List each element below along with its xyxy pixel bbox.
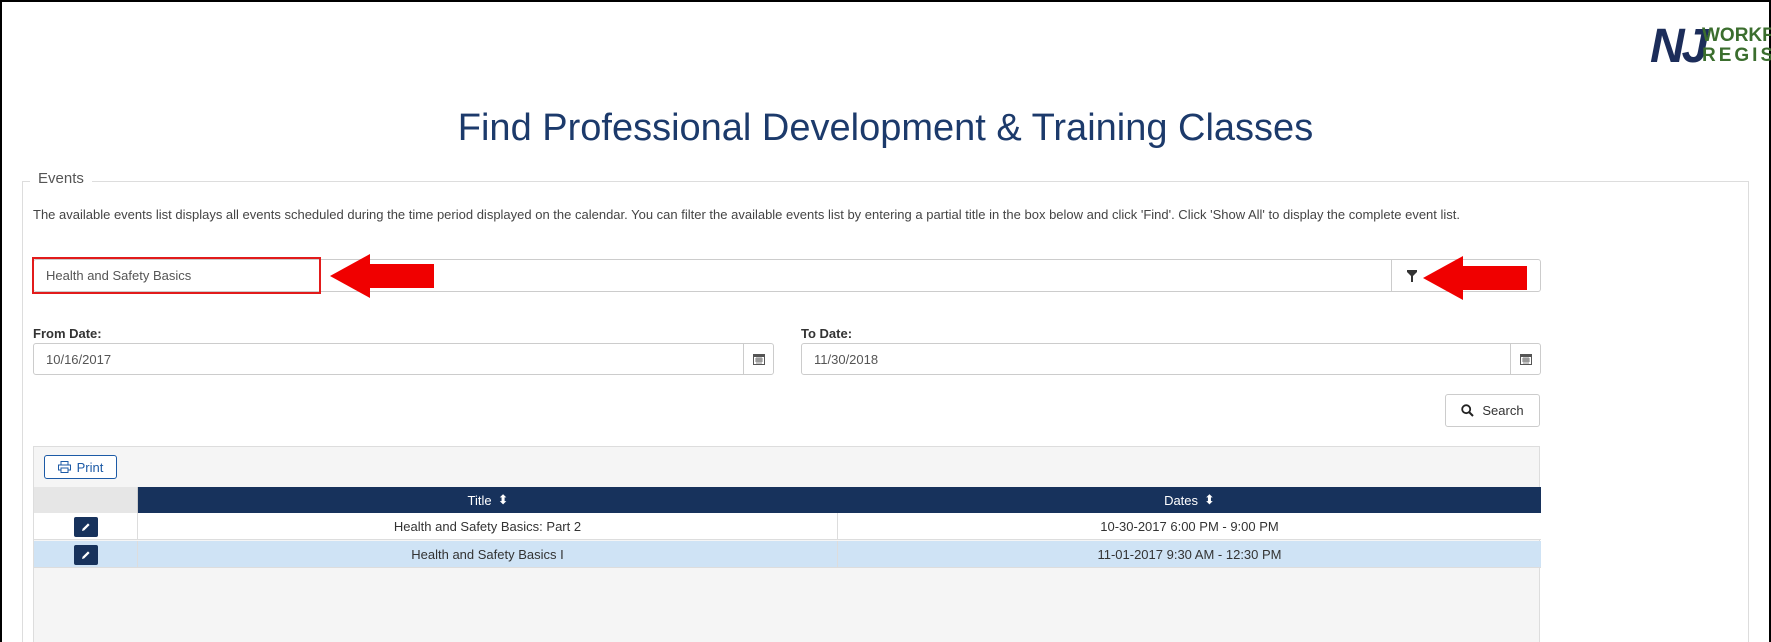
search-button[interactable]: Search bbox=[1445, 394, 1540, 427]
page-title: Find Professional Development & Training… bbox=[457, 107, 1314, 149]
pencil-icon bbox=[81, 550, 90, 559]
column-header-dates[interactable]: Dates ⬍ bbox=[838, 487, 1541, 513]
from-date-calendar-button[interactable] bbox=[743, 344, 773, 374]
events-table-panel: Print Title ⬍ Dates ⬍ Health and Safety … bbox=[33, 446, 1541, 642]
table-header: Title ⬍ Dates ⬍ bbox=[34, 487, 1541, 513]
annotation-arrow-filter-input bbox=[330, 254, 434, 298]
column-header-title-label: Title bbox=[467, 492, 492, 508]
printer-icon bbox=[57, 461, 71, 473]
calendar-icon bbox=[752, 354, 765, 365]
row-dates: 10-30-2017 6:00 PM - 9:00 PM bbox=[1100, 519, 1279, 534]
search-icon bbox=[1461, 404, 1475, 417]
to-date-calendar-button[interactable] bbox=[1510, 344, 1540, 374]
calendar-icon bbox=[1519, 354, 1532, 365]
row-dates: 11-01-2017 9:30 AM - 12:30 PM bbox=[1097, 547, 1282, 562]
column-header-title[interactable]: Title ⬍ bbox=[138, 487, 838, 513]
annotation-arrow-filter-button bbox=[1423, 256, 1527, 300]
nj-workforce-registry-logo: NJ WORKFORCE REGISTRY bbox=[1650, 20, 1771, 73]
from-date-value: 10/16/2017 bbox=[46, 352, 112, 367]
annotation-highlight-box bbox=[32, 257, 321, 294]
column-header-dates-label: Dates bbox=[1164, 492, 1199, 508]
table-row[interactable]: Health and Safety Basics: Part 2 10-30-2… bbox=[34, 513, 1541, 540]
edit-button[interactable] bbox=[73, 516, 98, 537]
events-legend: Events bbox=[30, 170, 92, 187]
print-button[interactable]: Print bbox=[44, 455, 117, 479]
logo-line1: WORKFORCE bbox=[1702, 25, 1771, 46]
sort-icon: ⬍ bbox=[497, 492, 509, 507]
print-button-label: Print bbox=[76, 459, 104, 475]
events-description: The available events list displays all e… bbox=[33, 207, 1461, 222]
pencil-icon bbox=[81, 522, 90, 531]
logo-line2: REGISTRY bbox=[1702, 45, 1771, 66]
sort-icon: ⬍ bbox=[1204, 492, 1215, 507]
row-edit-cell bbox=[34, 541, 138, 568]
to-date-input[interactable]: 11/30/2018 bbox=[801, 343, 1541, 375]
table-row-selected[interactable]: Health and Safety Basics I 11-01-2017 9:… bbox=[34, 541, 1541, 568]
row-title: Health and Safety Basics: Part 2 bbox=[138, 513, 838, 540]
row-edit-cell bbox=[34, 513, 138, 540]
filter-icon bbox=[1407, 269, 1417, 282]
search-button-label: Search bbox=[1482, 403, 1524, 418]
to-date-value: 11/30/2018 bbox=[814, 352, 879, 367]
row-title: Health and Safety Basics I bbox=[138, 541, 838, 568]
edit-button[interactable] bbox=[73, 544, 98, 565]
from-date-input[interactable]: 10/16/2017 bbox=[33, 343, 774, 375]
from-date-label: From Date: bbox=[33, 326, 102, 341]
table-header-blank bbox=[34, 487, 138, 513]
to-date-label: To Date: bbox=[801, 326, 853, 341]
logo-nj: NJ bbox=[1650, 20, 1708, 73]
